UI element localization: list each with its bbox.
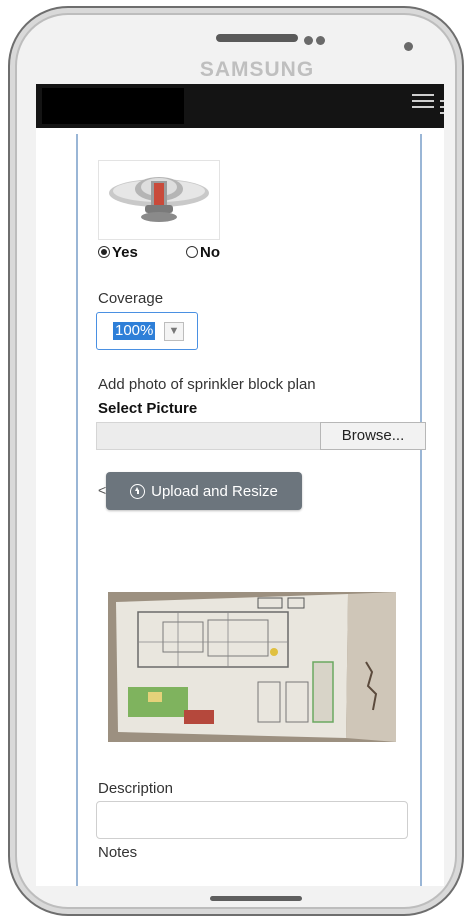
coverage-value: 100%: [113, 322, 156, 340]
hamburger-icon[interactable]: [412, 94, 434, 112]
description-input[interactable]: [96, 801, 408, 839]
sprinkler-image: [98, 160, 220, 240]
radio-group: Yes No: [98, 244, 220, 261]
description-label: Description: [98, 780, 174, 797]
circle-arrow-up-icon: [130, 483, 146, 499]
block-plan-photo: [108, 592, 396, 742]
file-path-field[interactable]: [96, 422, 322, 450]
phone-brand-logo: SAMSUNG: [199, 58, 315, 81]
app-header: [36, 84, 444, 128]
select-picture-label: Select Picture: [98, 400, 198, 417]
front-camera: [404, 42, 413, 51]
phone-frame: SAMSUNG Yes No Coverage 100% ▼ Add photo…: [8, 6, 464, 916]
stray-symbol: <: [98, 482, 107, 498]
sensor-dot: [316, 36, 325, 45]
phone-speaker: [216, 34, 298, 42]
radio-yes-label: Yes: [112, 244, 138, 261]
radio-no-label: No: [200, 244, 221, 261]
chevron-down-icon: ▼: [164, 322, 184, 341]
browse-button[interactable]: Browse...: [320, 422, 426, 450]
coverage-label: Coverage: [98, 290, 164, 307]
upload-button-label: Upload and Resize: [151, 482, 278, 500]
phone-screen: Yes No Coverage 100% ▼ Add photo of spri…: [36, 84, 444, 886]
hamburger-icon[interactable]: [440, 100, 444, 118]
coverage-select[interactable]: 100% ▼: [96, 312, 198, 350]
home-bar: [210, 896, 302, 901]
sensor-dot: [304, 36, 313, 45]
notes-label: Notes: [98, 844, 138, 861]
redacted-title: [42, 88, 184, 124]
radio-no[interactable]: [186, 246, 199, 258]
photo-prompt: Add photo of sprinkler block plan: [98, 376, 316, 393]
form-panel: Yes No Coverage 100% ▼ Add photo of spri…: [76, 134, 426, 886]
radio-yes[interactable]: [98, 246, 110, 258]
upload-and-resize-button[interactable]: Upload and Resize: [106, 472, 302, 510]
